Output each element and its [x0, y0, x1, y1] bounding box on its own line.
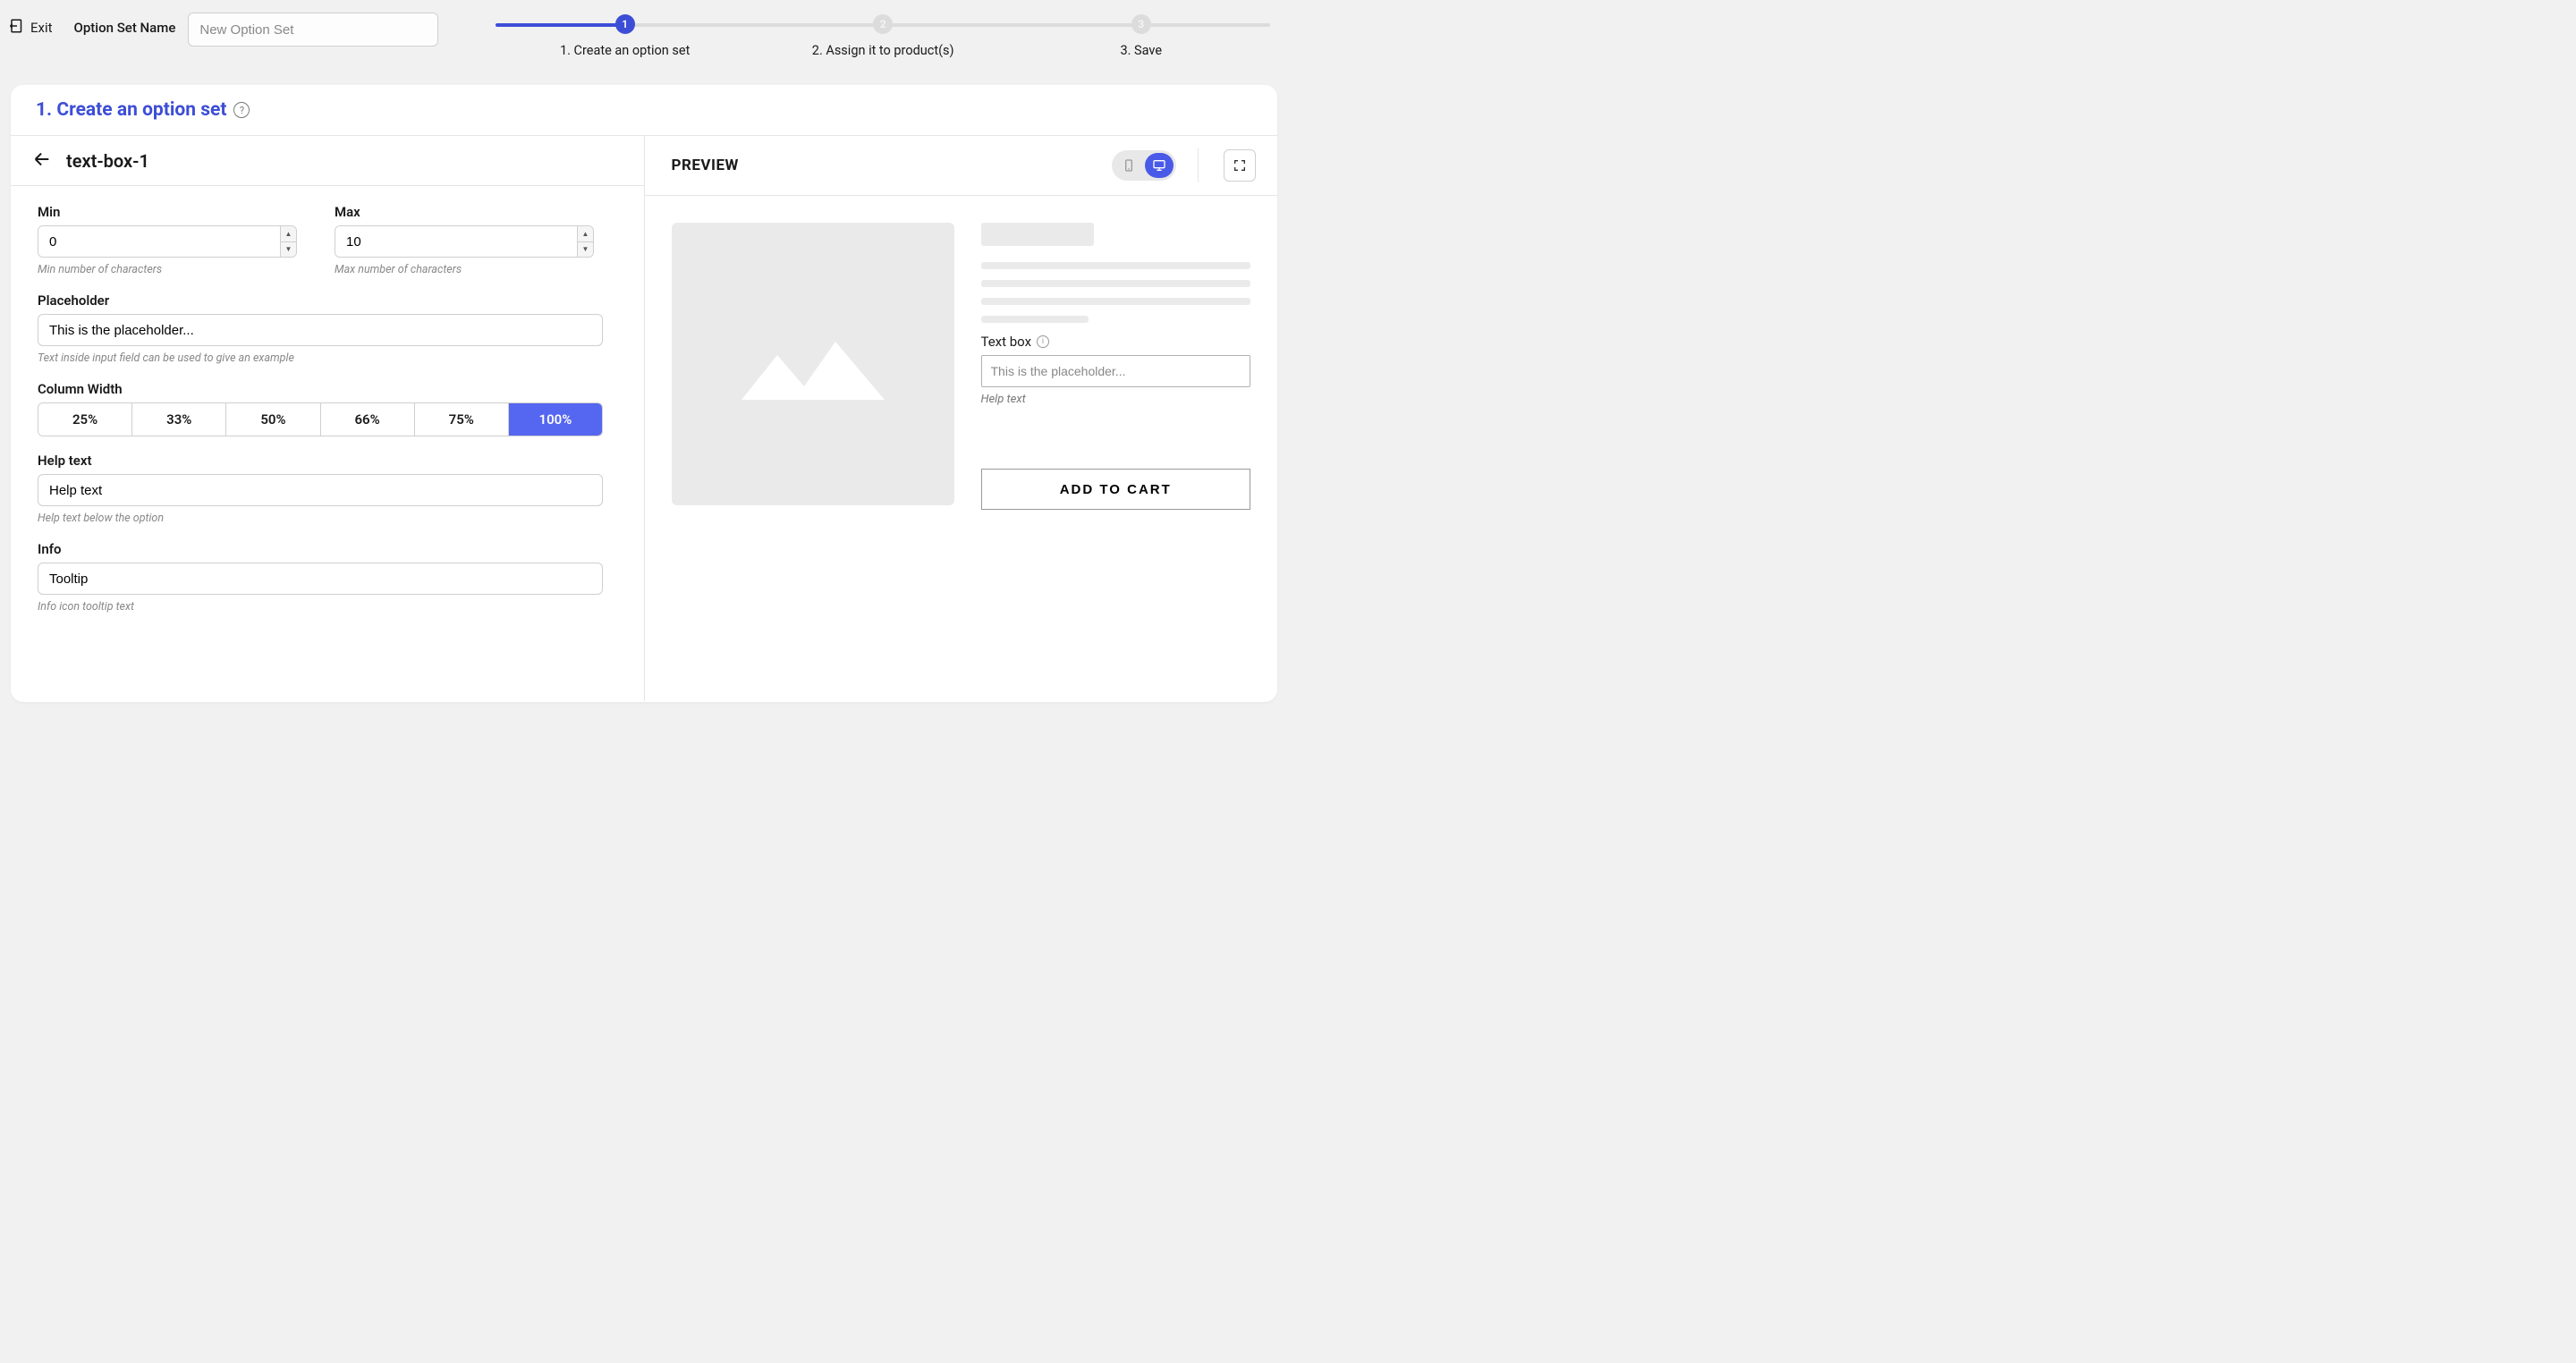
exit-button[interactable]: Exit	[9, 9, 53, 38]
max-input[interactable]	[335, 226, 577, 257]
colwidth-25[interactable]: 25%	[38, 403, 132, 436]
preview-help-text: Help text	[981, 393, 1251, 406]
colwidth-66[interactable]: 66%	[321, 403, 415, 436]
preview-option-label: Text box	[981, 334, 1032, 350]
min-input[interactable]	[38, 226, 280, 257]
colwidth-75[interactable]: 75%	[415, 403, 509, 436]
step-3-label: 3. Save	[1120, 43, 1162, 58]
max-hint: Max number of characters	[335, 263, 594, 276]
back-arrow-icon[interactable]	[32, 149, 52, 173]
help-text-input[interactable]	[38, 474, 603, 506]
device-mobile-button[interactable]	[1114, 153, 1143, 178]
device-toggle	[1112, 150, 1176, 181]
column-width-label: Column Width	[38, 381, 617, 397]
section-title: 1. Create an option set	[36, 99, 226, 121]
info-icon[interactable]: i	[1037, 335, 1049, 348]
step-3-circle[interactable]: 3	[1131, 14, 1151, 34]
max-step-down[interactable]: ▼	[578, 242, 593, 258]
skeleton-line	[981, 280, 1251, 287]
min-step-up[interactable]: ▲	[281, 226, 296, 242]
min-step-down[interactable]: ▼	[281, 242, 296, 258]
colwidth-100[interactable]: 100%	[509, 403, 602, 436]
help-text-hint: Help text below the option	[38, 512, 617, 525]
colwidth-50[interactable]: 50%	[226, 403, 320, 436]
option-set-name-label: Option Set Name	[74, 9, 176, 36]
product-image-placeholder	[672, 223, 954, 505]
help-icon[interactable]: ?	[233, 102, 250, 118]
exit-label: Exit	[30, 20, 53, 36]
add-to-cart-button[interactable]: ADD TO CART	[981, 469, 1251, 510]
skeleton-line	[981, 262, 1251, 269]
placeholder-hint: Text inside input field can be used to g…	[38, 351, 617, 365]
fullscreen-button[interactable]	[1224, 149, 1256, 182]
step-1-label: 1. Create an option set	[560, 43, 690, 58]
colwidth-33[interactable]: 33%	[132, 403, 226, 436]
exit-icon	[9, 18, 25, 38]
skeleton-line	[981, 298, 1251, 305]
device-desktop-button[interactable]	[1145, 153, 1174, 178]
placeholder-input[interactable]	[38, 314, 603, 346]
info-hint: Info icon tooltip text	[38, 600, 617, 614]
min-hint: Min number of characters	[38, 263, 297, 276]
preview-text-input[interactable]	[981, 355, 1251, 387]
min-label: Min	[38, 204, 297, 220]
max-step-up[interactable]: ▲	[578, 226, 593, 242]
step-1-circle[interactable]: 1	[615, 14, 635, 34]
option-field-title: text-box-1	[66, 150, 149, 172]
option-set-name-input[interactable]	[188, 13, 438, 47]
placeholder-label: Placeholder	[38, 292, 617, 309]
preview-title: PREVIEW	[672, 157, 1098, 174]
info-label: Info	[38, 541, 617, 557]
skeleton-line	[981, 316, 1089, 323]
step-2-circle[interactable]: 2	[873, 14, 893, 34]
step-2-label: 2. Assign it to product(s)	[812, 43, 954, 58]
info-input[interactable]	[38, 563, 603, 595]
column-width-segmented: 25% 33% 50% 66% 75% 100%	[38, 402, 603, 436]
max-label: Max	[335, 204, 594, 220]
wizard-stepper: 1 1. Create an option set 2 2. Assign it…	[496, 14, 1270, 58]
help-text-label: Help text	[38, 453, 617, 469]
skeleton-title	[981, 223, 1094, 246]
